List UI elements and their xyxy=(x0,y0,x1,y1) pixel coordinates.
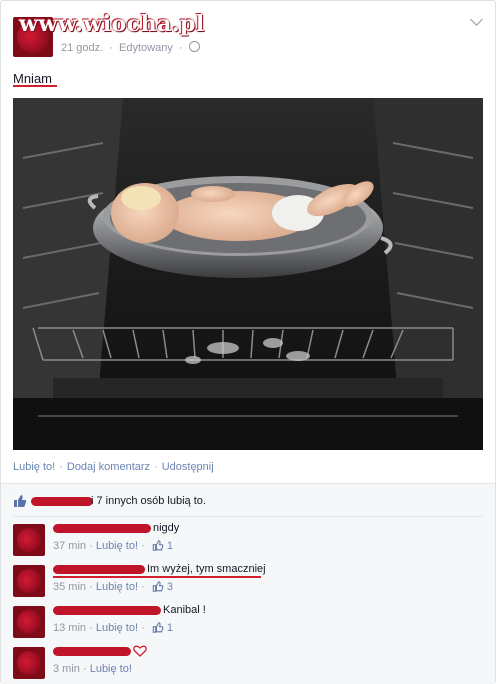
globe-icon[interactable] xyxy=(188,41,200,52)
comment-like-count[interactable]: 1 xyxy=(167,622,173,634)
comment-text: nigdy xyxy=(153,522,180,534)
post-meta: 21 godz. · Edytowany · xyxy=(61,41,200,54)
redacted-name xyxy=(53,524,151,533)
post-text: Mniam xyxy=(13,71,53,86)
oven-photo-illustration xyxy=(13,98,483,450)
comment-text: Im wyżej, tym smaczniej xyxy=(147,563,266,575)
redacted-name xyxy=(53,565,145,574)
redacted-name xyxy=(53,606,161,615)
divider xyxy=(13,516,483,517)
comment-like-link[interactable]: Lubię to! xyxy=(96,622,138,634)
comment-like-count[interactable]: 1 xyxy=(167,540,173,552)
commenter-avatar[interactable] xyxy=(13,524,45,556)
commenter-avatar[interactable] xyxy=(13,565,45,597)
red-underline xyxy=(53,576,261,578)
post-photo[interactable] xyxy=(13,98,483,450)
redacted-name xyxy=(53,647,131,656)
comment-meta: 3 min · Lubię to! xyxy=(53,663,132,675)
comment-item: Im wyżej, tym smaczniej 35 min · Lubię t… xyxy=(13,563,483,599)
comments-section: i 7 innych osób lubią to. nigdy 37 min ·… xyxy=(1,483,495,684)
comment-time[interactable]: 35 min xyxy=(53,581,86,593)
comment-like-count[interactable]: 3 xyxy=(167,581,173,593)
comment-text: Kanibal ! xyxy=(163,604,206,616)
thumbs-up-icon xyxy=(152,622,164,633)
thumbs-up-icon xyxy=(152,540,164,551)
comment-like-link[interactable]: Lubię to! xyxy=(96,581,138,593)
post-edited[interactable]: Edytowany xyxy=(119,42,173,54)
watermark: www.wiocha.pl xyxy=(19,11,205,37)
thumbs-up-icon xyxy=(152,581,164,592)
heart-icon xyxy=(133,645,147,657)
comment-like-link[interactable]: Lubię to! xyxy=(90,663,132,675)
likes-text[interactable]: i 7 innych osób lubią to. xyxy=(91,495,206,507)
commenter-avatar[interactable] xyxy=(13,647,45,679)
red-underline xyxy=(13,85,57,87)
comment-item: 3 min · Lubię to! xyxy=(13,645,483,681)
comment-meta: 37 min · Lubię to! · 1 xyxy=(53,540,174,552)
comment-like-link[interactable]: Lubię to! xyxy=(96,540,138,552)
commenter-avatar[interactable] xyxy=(13,606,45,638)
post-card: www.wiocha.pl 21 godz. · Edytowany · Mni… xyxy=(0,0,496,684)
comment-link[interactable]: Dodaj komentarz xyxy=(67,461,150,473)
comment-time[interactable]: 3 min xyxy=(53,663,80,675)
comment-meta: 35 min · Lubię to! · 3 xyxy=(53,581,174,593)
share-link[interactable]: Udostępnij xyxy=(162,461,214,473)
thumbs-up-icon xyxy=(14,495,27,507)
comment-item: nigdy 37 min · Lubię to! · 1 xyxy=(13,522,483,558)
redacted-name xyxy=(31,497,93,506)
post-time[interactable]: 21 godz. xyxy=(61,42,103,54)
comment-time[interactable]: 13 min xyxy=(53,622,86,634)
comment-time[interactable]: 37 min xyxy=(53,540,86,552)
comment-meta: 13 min · Lubię to! · 1 xyxy=(53,622,174,634)
post-actions: Lubię to! · Dodaj komentarz · Udostępnij xyxy=(13,461,214,473)
like-link[interactable]: Lubię to! xyxy=(13,461,55,473)
comment-item: Kanibal ! 13 min · Lubię to! · 1 xyxy=(13,604,483,640)
chevron-down-icon[interactable] xyxy=(470,13,483,26)
